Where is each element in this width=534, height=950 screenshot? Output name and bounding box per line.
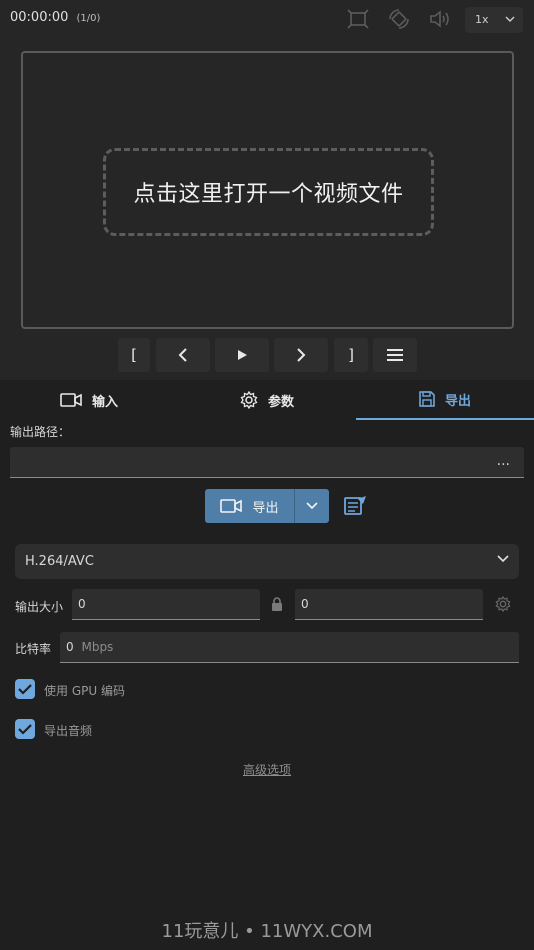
frame-counter: (1/0): [76, 13, 101, 24]
output-path-label: 输出路径：: [10, 425, 71, 439]
codec-select[interactable]: H.264/AVC: [15, 544, 519, 579]
chevron-right-icon: [297, 348, 306, 362]
mark-in-label: [: [131, 346, 137, 364]
export-button[interactable]: 导出: [205, 489, 294, 523]
gear-icon[interactable]: [495, 596, 511, 612]
rotate-icon[interactable]: [388, 9, 410, 29]
play-button[interactable]: [215, 338, 269, 372]
open-file-dropzone[interactable]: 点击这里打开一个视频文件: [103, 148, 434, 236]
chevron-down-icon: [497, 555, 509, 563]
codec-value: H.264/AVC: [25, 554, 94, 569]
browse-button[interactable]: ...: [497, 453, 510, 469]
batch-export-icon[interactable]: [344, 495, 368, 517]
output-width-value: 0: [78, 597, 86, 611]
tab-input-label: 输入: [91, 394, 118, 410]
save-icon: [419, 391, 435, 407]
export-button-group: 导出: [205, 489, 329, 523]
export-audio-label: 导出音频: [44, 724, 93, 738]
tab-params-label: 参数: [267, 394, 294, 410]
playback-controls: [ ]: [0, 338, 534, 372]
output-size-label: 输出大小: [15, 600, 64, 614]
current-time: 00:00:00: [10, 10, 69, 25]
tab-bar: 输入 参数 导出: [0, 380, 534, 420]
speed-select[interactable]: 1x: [465, 7, 523, 33]
tab-params[interactable]: 参数: [178, 380, 356, 420]
bitrate-input[interactable]: 0 Mbps: [60, 632, 519, 663]
mark-out-label: ]: [348, 346, 354, 364]
previous-frame-button[interactable]: [156, 338, 210, 372]
menu-icon: [387, 349, 403, 361]
bitrate-label: 比特率: [15, 642, 52, 656]
lock-icon[interactable]: [271, 597, 283, 611]
advanced-options-link[interactable]: 高级选项: [243, 761, 291, 778]
check-icon: [18, 724, 32, 735]
tab-export[interactable]: 导出: [356, 380, 534, 420]
watermark: 11玩意儿 • 11WYX.COM: [161, 921, 373, 942]
play-icon: [238, 350, 247, 360]
fullscreen-icon[interactable]: [347, 9, 369, 29]
video-player[interactable]: 点击这里打开一个视频文件: [21, 51, 514, 329]
export-button-label: 导出: [252, 500, 279, 516]
volume-icon[interactable]: [429, 9, 451, 29]
chevron-left-icon: [178, 348, 187, 362]
speed-value: 1x: [475, 13, 489, 26]
menu-button[interactable]: [373, 338, 417, 372]
top-bar: 00:00:00 (1/0) 1x: [0, 0, 534, 38]
output-width-input[interactable]: 0: [72, 589, 260, 620]
gpu-encode-label: 使用 GPU 编码: [44, 684, 125, 698]
tab-input[interactable]: 输入: [0, 380, 178, 420]
export-options-dropdown[interactable]: [295, 489, 329, 523]
mark-in-button[interactable]: [: [118, 338, 150, 372]
mark-out-button[interactable]: ]: [334, 338, 368, 372]
gpu-encode-checkbox[interactable]: [15, 679, 35, 699]
tab-export-label: 导出: [444, 393, 471, 409]
output-height-input[interactable]: 0: [295, 589, 483, 620]
gear-icon: [240, 391, 258, 409]
time-display: 00:00:00 (1/0): [10, 10, 100, 25]
settings-panel: 输入 参数 导出 输出路径： ... 导出 H.264/AVC 输出大小 0 0…: [0, 380, 534, 950]
output-path-input[interactable]: ...: [10, 447, 524, 478]
video-camera-icon: [220, 499, 243, 513]
chevron-down-icon: [306, 502, 318, 510]
check-icon: [18, 684, 32, 695]
video-camera-icon: [60, 393, 82, 407]
bitrate-value: 0: [66, 640, 74, 654]
dropzone-text: 点击这里打开一个视频文件: [133, 182, 404, 207]
bitrate-unit: Mbps: [81, 640, 114, 654]
chevron-down-icon: [505, 16, 515, 22]
export-audio-checkbox[interactable]: [15, 719, 35, 739]
next-frame-button[interactable]: [274, 338, 328, 372]
output-height-value: 0: [301, 597, 309, 611]
